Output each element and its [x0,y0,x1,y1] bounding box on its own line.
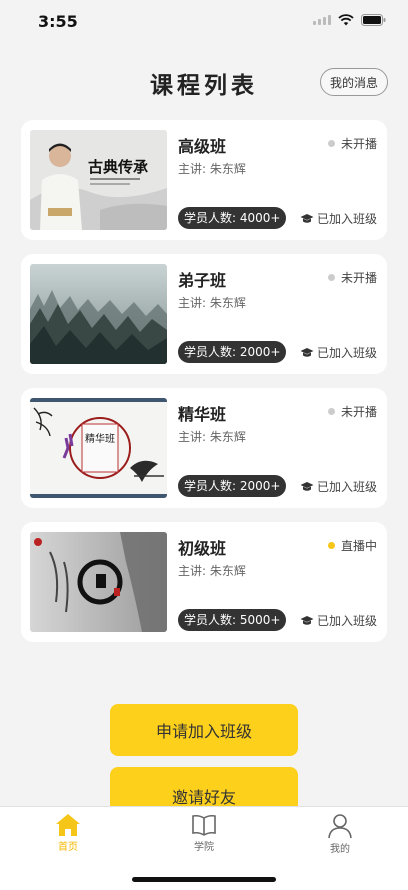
home-indicator [132,877,276,882]
svg-text:古典传承: 古典传承 [88,158,148,176]
teacher-name: 主讲: 朱东辉 [178,296,246,310]
joined-class-indicator: 已加入班级 [300,612,377,629]
joined-class-indicator: 已加入班级 [300,478,377,495]
cellular-signal-icon [313,15,331,25]
joined-class-indicator: 已加入班级 [300,344,377,361]
course-name: 精华班 [178,405,227,424]
home-icon [56,814,80,836]
tab-label: 我的 [330,844,350,855]
course-card-beginner[interactable]: 初级班 直播中 主讲: 朱东辉 学员人数: 5000+ 已加入班级 [21,522,387,642]
graduation-cap-icon [300,481,314,491]
joined-class-indicator: 已加入班级 [300,210,377,227]
invite-friends-button[interactable]: 邀请好友 [110,767,298,807]
tab-label: 学院 [194,842,214,853]
joined-label: 已加入班级 [316,346,377,360]
course-thumbnail: 精华班 [30,398,167,498]
teacher-name: 主讲: 朱东辉 [178,430,246,444]
graduation-cap-icon [300,213,314,223]
ink-painting-image: 精华班 [30,398,167,498]
status-time: 3:55 [38,12,78,31]
tab-label: 首页 [58,842,78,853]
broadcast-status: 未开播 [327,135,377,152]
thumb-caption: 精华班 [85,432,115,445]
course-list: 古典传承 高级班 未开播 主讲: 朱东辉 学员人数: 4000+ 已加入班级 弟… [21,120,387,656]
wifi-icon [338,14,354,26]
joined-label: 已加入班级 [316,480,377,494]
thumb-caption: 古典传承 [88,158,148,176]
status-label: 未开播 [340,405,377,419]
tab-academy[interactable]: 学院 [164,813,244,853]
status-dot-icon [327,140,335,147]
course-thumbnail [30,532,167,632]
broadcast-status: 未开播 [327,403,377,420]
joined-label: 已加入班级 [316,614,377,628]
my-messages-button[interactable]: 我的消息 [320,68,388,96]
misty-forest-image [30,264,167,364]
graduation-cap-icon [300,615,314,625]
tab-home[interactable]: 首页 [28,813,108,853]
status-label: 未开播 [340,137,377,151]
battery-icon [361,14,386,26]
svg-text:精华班: 精华班 [85,432,115,445]
student-count-badge: 学员人数: 2000+ [178,341,287,363]
course-card-advanced[interactable]: 古典传承 高级班 未开播 主讲: 朱东辉 学员人数: 4000+ 已加入班级 [21,120,387,240]
apply-join-class-button[interactable]: 申请加入班级 [110,704,298,756]
broadcast-status: 未开播 [327,269,377,286]
header: 课程列表 我的消息 [0,62,408,102]
teacher-name: 主讲: 朱东辉 [178,564,246,578]
book-icon [192,814,216,836]
person-icon [328,814,352,839]
course-thumbnail [30,264,167,364]
course-name: 高级班 [178,137,227,156]
graduation-cap-icon [300,347,314,357]
student-count-badge: 学员人数: 2000+ [178,475,287,497]
status-dot-icon [327,274,335,281]
broadcast-status: 直播中 [327,537,377,554]
screen: 3:55 课程列表 我的消息 古典传承 高级班 未开播 主讲: 朱东辉 学员人数… [0,0,408,890]
live-dot-icon [327,542,335,549]
status-bar: 3:55 [0,0,408,44]
teacher-portrait-image: 古典传承 [30,130,167,230]
tab-mine[interactable]: 我的 [300,813,380,855]
course-name: 初级班 [178,539,227,558]
joined-label: 已加入班级 [316,212,377,226]
status-icons [313,14,386,26]
status-label: 直播中 [340,539,377,553]
student-count-badge: 学员人数: 4000+ [178,207,287,229]
course-card-disciple[interactable]: 弟子班 未开播 主讲: 朱东辉 学员人数: 2000+ 已加入班级 [21,254,387,374]
teacher-name: 主讲: 朱东辉 [178,162,246,176]
ink-landscape-image [30,532,167,632]
course-name: 弟子班 [178,271,227,290]
student-count-badge: 学员人数: 5000+ [178,609,287,631]
course-card-essence[interactable]: 精华班 精华班 未开播 主讲: 朱东辉 学员人数: 2000+ 已加入班级 [21,388,387,508]
course-thumbnail: 古典传承 [30,130,167,230]
status-dot-icon [327,408,335,415]
status-label: 未开播 [340,271,377,285]
